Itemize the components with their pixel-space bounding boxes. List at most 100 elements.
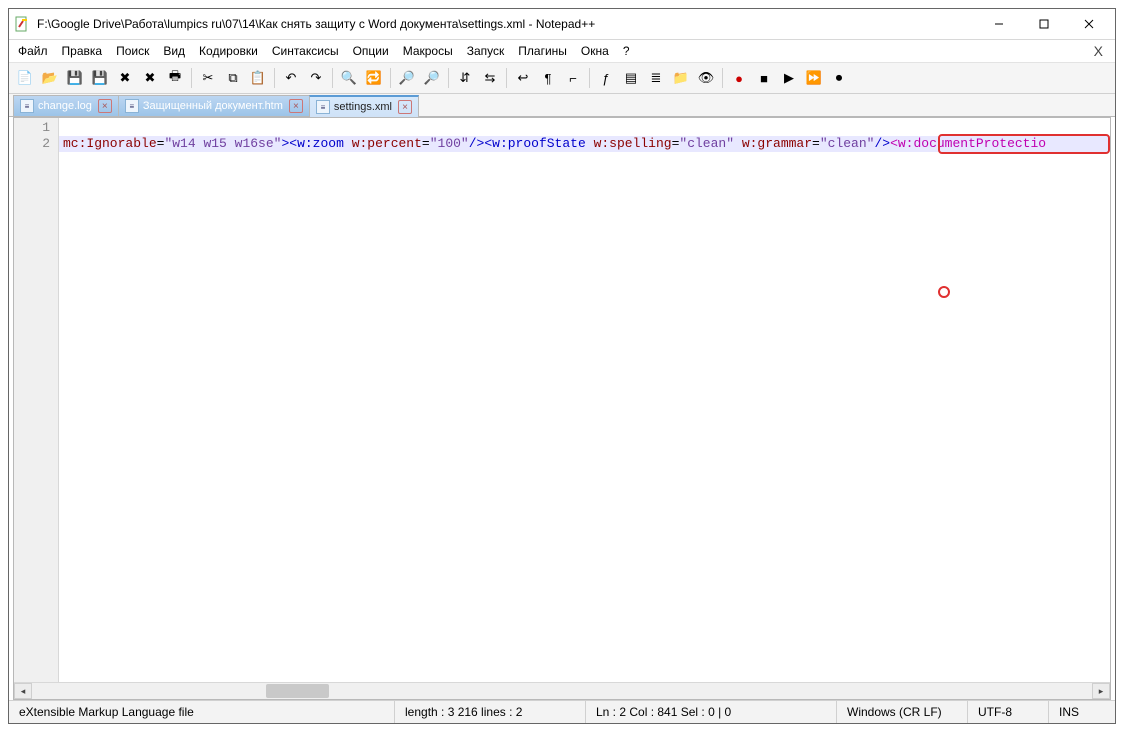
scroll-right-button[interactable]: ▸ [1092, 683, 1110, 699]
copy-icon[interactable]: ⧉ [221, 66, 245, 90]
record-icon[interactable]: ● [727, 66, 751, 90]
scroll-thumb[interactable] [266, 684, 329, 698]
tab-protected-doc[interactable]: ≡ Защищенный документ.htm × [118, 95, 310, 116]
xml-tag: <w:proofState [484, 136, 585, 151]
new-file-icon[interactable]: 📄 [13, 66, 37, 90]
menu-edit[interactable]: Правка [55, 42, 110, 60]
editor[interactable]: 1 2 mc:Ignorable="w14 w15 w16se"><w:zoom… [14, 118, 1110, 682]
tab-change-log[interactable]: ≡ change.log × [13, 95, 119, 116]
open-file-icon[interactable]: 📂 [38, 66, 62, 90]
code-line-2: mc:Ignorable="w14 w15 w16se"><w:zoom w:p… [63, 136, 1046, 152]
folder-icon[interactable]: 📁 [669, 66, 693, 90]
sync-h-icon[interactable]: ⇆ [478, 66, 502, 90]
menu-help[interactable]: ? [616, 42, 637, 60]
tab-label: settings.xml [334, 101, 392, 113]
menu-encoding[interactable]: Кодировки [192, 42, 265, 60]
close-icon[interactable]: ✖ [113, 66, 137, 90]
sync-v-icon[interactable]: ⇵ [453, 66, 477, 90]
status-length-lines: length : 3 216 lines : 2 [395, 701, 586, 723]
function-list-icon[interactable]: ≣ [644, 66, 668, 90]
xml-tag-highlighted: <w:documentProtectio [890, 136, 1046, 151]
word-wrap-icon[interactable]: ↩ [511, 66, 535, 90]
xml-self-close: /> [874, 136, 890, 151]
tab-settings-xml[interactable]: ≡ settings.xml × [309, 95, 419, 117]
window-title: F:\Google Drive\Работа\lumpics ru\07\14\… [37, 17, 595, 31]
menu-settings[interactable]: Опции [346, 42, 396, 60]
tab-label: change.log [38, 100, 92, 112]
status-encoding[interactable]: UTF-8 [968, 701, 1049, 723]
menu-search[interactable]: Поиск [109, 42, 156, 60]
minimize-button[interactable] [976, 10, 1021, 38]
toolbar-separator [448, 68, 449, 88]
xml-attr-value: "clean" [679, 136, 734, 151]
toolbar-separator [506, 68, 507, 88]
status-caret: Ln : 2 Col : 841 Sel : 0 | 0 [586, 701, 837, 723]
maximize-button[interactable] [1021, 10, 1066, 38]
xml-tag: <w:zoom [289, 136, 344, 151]
file-icon: ≡ [20, 99, 34, 113]
line-number: 2 [14, 136, 58, 152]
status-mode[interactable]: INS [1049, 701, 1115, 723]
replace-icon[interactable]: 🔁 [362, 66, 386, 90]
cut-icon[interactable]: ✂ [196, 66, 220, 90]
monitor-icon[interactable]: 👁 [694, 66, 718, 90]
horizontal-scrollbar[interactable]: ◂ ▸ [14, 682, 1110, 699]
toolbar-separator [589, 68, 590, 88]
scroll-left-button[interactable]: ◂ [14, 683, 32, 699]
tab-close-icon[interactable]: × [289, 99, 303, 113]
toolbar-separator [332, 68, 333, 88]
undo-icon[interactable]: ↶ [279, 66, 303, 90]
save-all-icon[interactable]: 💾 [88, 66, 112, 90]
file-icon: ≡ [316, 100, 330, 114]
run-macro-icon[interactable]: ⏩ [802, 66, 826, 90]
app-icon [13, 15, 31, 33]
xml-attr-name: w:spelling [586, 136, 672, 151]
annotation-marker-icon [938, 286, 950, 298]
close-all-icon[interactable]: ✖ [138, 66, 162, 90]
tab-close-icon[interactable]: × [398, 100, 412, 114]
stop-icon[interactable]: ■ [752, 66, 776, 90]
menu-file[interactable]: Файл [11, 42, 55, 60]
indent-guide-icon[interactable]: ⌐ [561, 66, 585, 90]
toolbar-separator [191, 68, 192, 88]
close-button[interactable] [1066, 10, 1111, 38]
toolbar-separator [722, 68, 723, 88]
menu-view[interactable]: Вид [156, 42, 192, 60]
xml-attr-value: "clean" [820, 136, 875, 151]
menubar: Файл Правка Поиск Вид Кодировки Синтакси… [9, 40, 1115, 62]
xml-attr-value: "w14 w15 w16se" [164, 136, 281, 151]
toolbar-separator [390, 68, 391, 88]
menu-language[interactable]: Синтаксисы [265, 42, 346, 60]
file-icon: ≡ [125, 99, 139, 113]
save-icon[interactable]: 💾 [63, 66, 87, 90]
zoom-in-icon[interactable]: 🔎 [395, 66, 419, 90]
toolbar: 📄📂💾💾✖✖🖶✂⧉📋↶↷🔍🔁🔎🔎⇵⇆↩¶⌐ƒ▤≣📁👁●■▶⏩⏺ [9, 62, 1115, 94]
tab-close-icon[interactable]: × [98, 99, 112, 113]
all-chars-icon[interactable]: ¶ [536, 66, 560, 90]
xml-attr-value: "100" [430, 136, 469, 151]
menu-window[interactable]: Окна [574, 42, 616, 60]
statusbar: eXtensible Markup Language file length :… [9, 700, 1115, 723]
menu-close-x-icon[interactable]: X [1094, 43, 1113, 59]
redo-icon[interactable]: ↷ [304, 66, 328, 90]
zoom-out-icon[interactable]: 🔎 [420, 66, 444, 90]
find-icon[interactable]: 🔍 [337, 66, 361, 90]
titlebar: F:\Google Drive\Работа\lumpics ru\07\14\… [9, 9, 1115, 40]
play-icon[interactable]: ▶ [777, 66, 801, 90]
paste-icon[interactable]: 📋 [246, 66, 270, 90]
menu-plugins[interactable]: Плагины [511, 42, 574, 60]
menu-run[interactable]: Запуск [460, 42, 512, 60]
line-number: 1 [14, 120, 58, 136]
menu-macro[interactable]: Макросы [396, 42, 460, 60]
toolbar-separator [274, 68, 275, 88]
doc-map-icon[interactable]: ▤ [619, 66, 643, 90]
scroll-track[interactable] [33, 684, 1091, 698]
print-icon[interactable]: 🖶 [163, 66, 187, 90]
status-language: eXtensible Markup Language file [9, 701, 395, 723]
xml-self-close: /> [469, 136, 485, 151]
save-macro-icon[interactable]: ⏺ [827, 66, 851, 90]
code-area[interactable]: mc:Ignorable="w14 w15 w16se"><w:zoom w:p… [59, 118, 1110, 682]
lang-icon[interactable]: ƒ [594, 66, 618, 90]
status-eol[interactable]: Windows (CR LF) [837, 701, 968, 723]
tab-label: Защищенный документ.htm [143, 100, 283, 112]
